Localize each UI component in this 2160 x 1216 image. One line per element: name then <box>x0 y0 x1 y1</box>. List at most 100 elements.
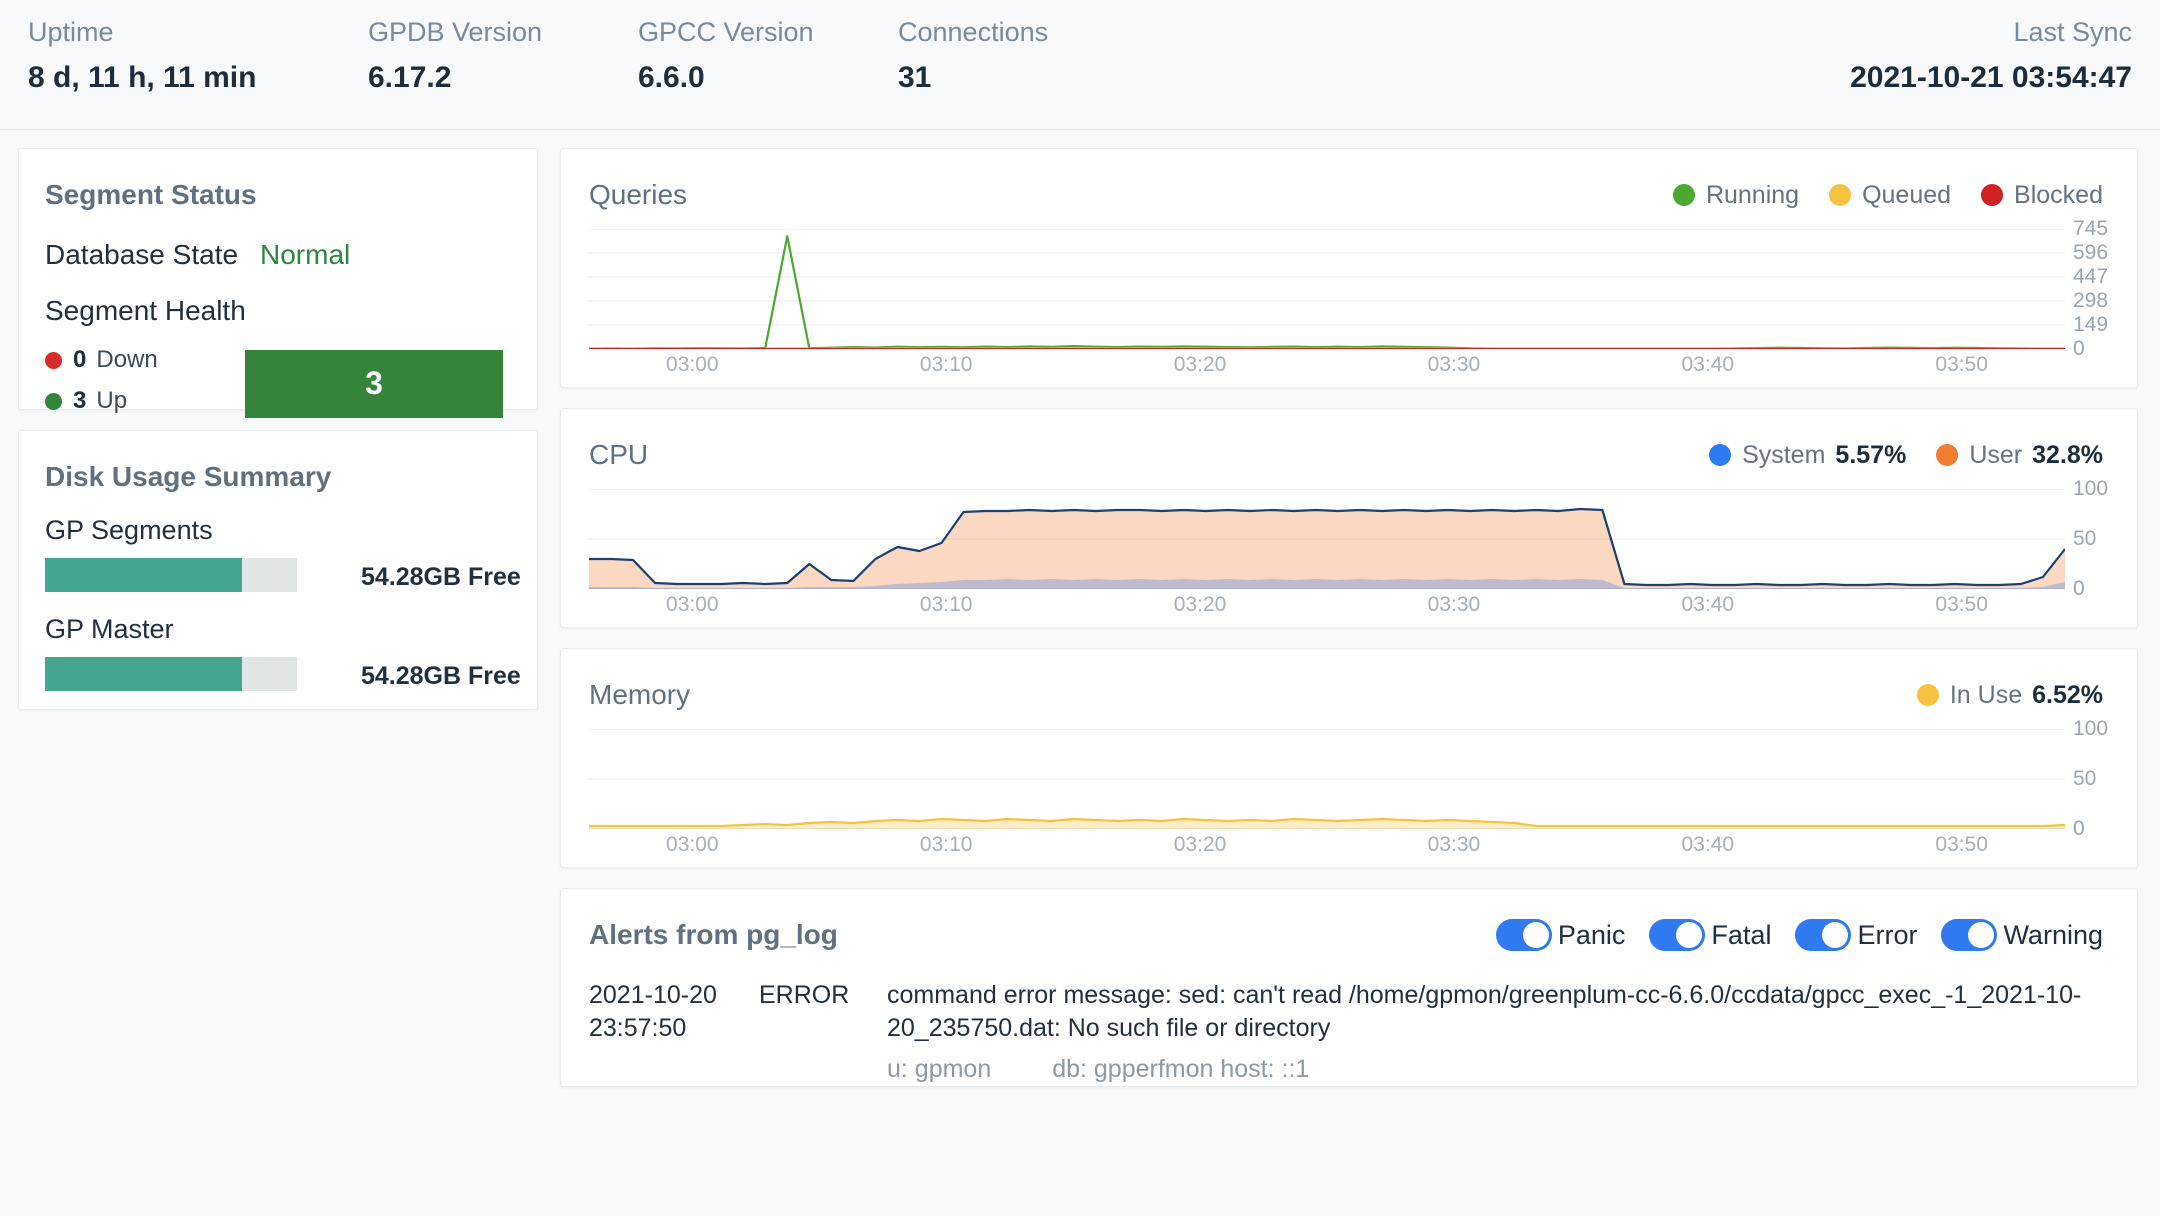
toggle-warning[interactable]: Warning <box>1941 919 2103 951</box>
queries-x-tick: 03:00 <box>666 353 719 376</box>
toggle-knob-icon <box>1676 922 1703 948</box>
alert-log-row[interactable]: 2021-10-20 23:57:50 ERROR command error … <box>561 951 2137 1086</box>
queries-y-tick: 745 <box>2073 217 2109 240</box>
cpu-y-tick: 50 <box>2073 527 2097 550</box>
legend-system-label: System <box>1742 440 1826 469</box>
queued-legend-icon <box>1829 184 1852 206</box>
cpu-plot-area[interactable] <box>589 489 2065 589</box>
segment-status-card: Segment Status Database State Normal Seg… <box>18 148 538 418</box>
queries-y-tick: 0 <box>2073 337 2085 360</box>
queries-x-tick: 03:20 <box>1173 353 1227 376</box>
queries-y-tick: 149 <box>2073 313 2109 336</box>
alert-meta: u: gpmon db: gpperfmon host: ::1 <box>887 1053 2107 1086</box>
stat-connections-label: Connections <box>898 17 1049 47</box>
database-state-value: Normal <box>260 239 351 270</box>
stat-uptime: Uptime 8 d, 11 h, 11 min <box>28 16 368 97</box>
memory-x-axis: 03:00 03:10 03:20 03:30 03:40 03:50 <box>589 833 2065 867</box>
segment-health-bar[interactable]: 3 <box>245 349 503 418</box>
memory-chart-card: Memory In Use 6.52% 0 50 100 03:00 03:10 0 <box>560 648 2138 868</box>
legend-in-use-value: 6.52% <box>2032 680 2103 709</box>
cpu-x-tick: 03:10 <box>919 593 973 616</box>
cpu-x-tick: 03:50 <box>1935 593 1988 616</box>
legend-queued-label: Queued <box>1862 180 1952 209</box>
toggle-error[interactable]: Error <box>1795 919 1917 951</box>
system-legend-icon <box>1709 444 1732 466</box>
memory-plot-area[interactable] <box>589 729 2065 829</box>
queries-chart-legend: Running Queued Blocked <box>1672 181 2103 210</box>
memory-x-tick: 03:30 <box>1427 833 1481 856</box>
legend-in-use-label: In Use <box>1949 680 2023 709</box>
queries-y-tick: 447 <box>2073 265 2109 288</box>
legend-running[interactable]: Running <box>1672 181 1799 210</box>
alert-severity: ERROR <box>759 981 850 1009</box>
disk-label-gp-master: GP Master <box>45 614 174 644</box>
cpu-chart-title: CPU <box>589 439 649 470</box>
segment-up-label: Up <box>96 386 128 414</box>
legend-user-value: 32.8% <box>2032 440 2103 469</box>
queries-plot-area[interactable] <box>589 229 2065 349</box>
legend-queued[interactable]: Queued <box>1829 181 1951 210</box>
disk-usage-item-gp-segments: GP Segments 54.28GB Free <box>19 493 537 592</box>
cpu-plot-wrap: 0 50 100 03:00 03:10 03:20 03:30 03:40 03:50 <box>561 471 2137 627</box>
stat-gpdb-version: GPDB Version 6.17.2 <box>368 16 638 97</box>
memory-x-tick: 03:40 <box>1681 833 1735 856</box>
memory-chart-title: Memory <box>589 679 691 710</box>
toggle-panic-switch[interactable] <box>1495 919 1552 951</box>
legend-blocked-label: Blocked <box>2014 180 2103 209</box>
stat-uptime-value: 8 d, 11 h, 11 min <box>28 60 257 94</box>
segment-health-label: Segment Health <box>45 295 246 326</box>
queries-y-axis: 0 149 298 447 596 745 <box>2065 217 2137 360</box>
alert-message-block: command error message: sed: can't read /… <box>887 979 2107 1086</box>
user-legend-icon <box>1936 444 1959 466</box>
cpu-y-axis: 0 50 100 <box>2065 477 2137 600</box>
toggle-warning-switch[interactable] <box>1941 919 1998 951</box>
memory-x-tick: 03:20 <box>1173 833 1227 856</box>
queries-plot-wrap: 0 149 298 447 596 745 03:00 03:10 03:20 03:30 03:… <box>561 211 2137 387</box>
legend-system[interactable]: System 5.57% <box>1709 441 1906 470</box>
stat-connections: Connections 31 <box>898 16 1158 97</box>
stat-last-sync-value: 2021-10-21 03:54:47 <box>1850 60 2132 94</box>
alert-db-host: db: gpperfmon host: ::1 <box>1052 1054 1310 1083</box>
toggle-fatal[interactable]: Fatal <box>1649 919 1771 951</box>
legend-user[interactable]: User 32.8% <box>1936 441 2103 470</box>
memory-y-tick: 0 <box>2073 817 2085 840</box>
disk-fill-gp-master <box>45 657 242 691</box>
legend-blocked[interactable]: Blocked <box>1981 181 2103 210</box>
segment-down-count: 0 <box>73 346 87 373</box>
stat-gpcc-version-label: GPCC Version <box>638 17 814 47</box>
database-state-row: Database State Normal <box>19 211 537 271</box>
cpu-chart-card: CPU System 5.57% User 32.8% 0 50 100 03:… <box>560 408 2138 628</box>
stat-connections-value: 31 <box>898 60 932 94</box>
queries-x-tick: 03:40 <box>1681 353 1735 376</box>
right-column: Queries Running Queued Blocked 0 149 298… <box>560 148 2138 1216</box>
memory-x-tick: 03:10 <box>919 833 973 856</box>
toggle-error-switch[interactable] <box>1795 919 1852 951</box>
queries-x-tick: 03:10 <box>919 353 973 376</box>
alert-date: 2021-10-20 <box>589 981 717 1009</box>
queries-x-tick: 03:30 <box>1427 353 1481 376</box>
memory-plot-wrap: 0 50 100 03:00 03:10 03:20 03:30 03:40 03:50 <box>561 711 2137 867</box>
running-legend-icon <box>1672 184 1695 206</box>
queries-x-axis: 03:00 03:10 03:20 03:30 03:40 03:50 <box>589 353 2065 387</box>
cpu-x-tick: 03:30 <box>1427 593 1481 616</box>
toggle-fatal-label: Fatal <box>1711 919 1772 950</box>
toggle-fatal-switch[interactable] <box>1649 919 1706 951</box>
database-state-label: Database State <box>45 239 239 270</box>
cpu-y-tick: 100 <box>2073 477 2109 500</box>
cpu-x-axis: 03:00 03:10 03:20 03:30 03:40 03:50 <box>589 593 2065 627</box>
disk-free-gp-master: 54.28GB Free <box>361 662 521 690</box>
stat-last-sync-label: Last Sync <box>2013 17 2132 47</box>
memory-y-tick: 50 <box>2073 767 2097 790</box>
disk-track-gp-segments <box>45 558 297 592</box>
stat-gpcc-version-value: 6.6.0 <box>638 60 705 94</box>
toggle-warning-label: Warning <box>2003 919 2103 950</box>
cpu-x-tick: 03:00 <box>666 593 719 616</box>
segment-up-count: 3 <box>73 386 87 414</box>
queries-y-tick: 298 <box>2073 289 2109 312</box>
left-column: Segment Status Database State Normal Seg… <box>18 148 538 1216</box>
down-status-icon <box>45 351 62 369</box>
blocked-legend-icon <box>1981 184 2004 206</box>
toggle-panic[interactable]: Panic <box>1495 919 1625 951</box>
legend-in-use[interactable]: In Use 6.52% <box>1916 680 2103 710</box>
alert-time: 23:57:50 <box>589 1014 687 1043</box>
